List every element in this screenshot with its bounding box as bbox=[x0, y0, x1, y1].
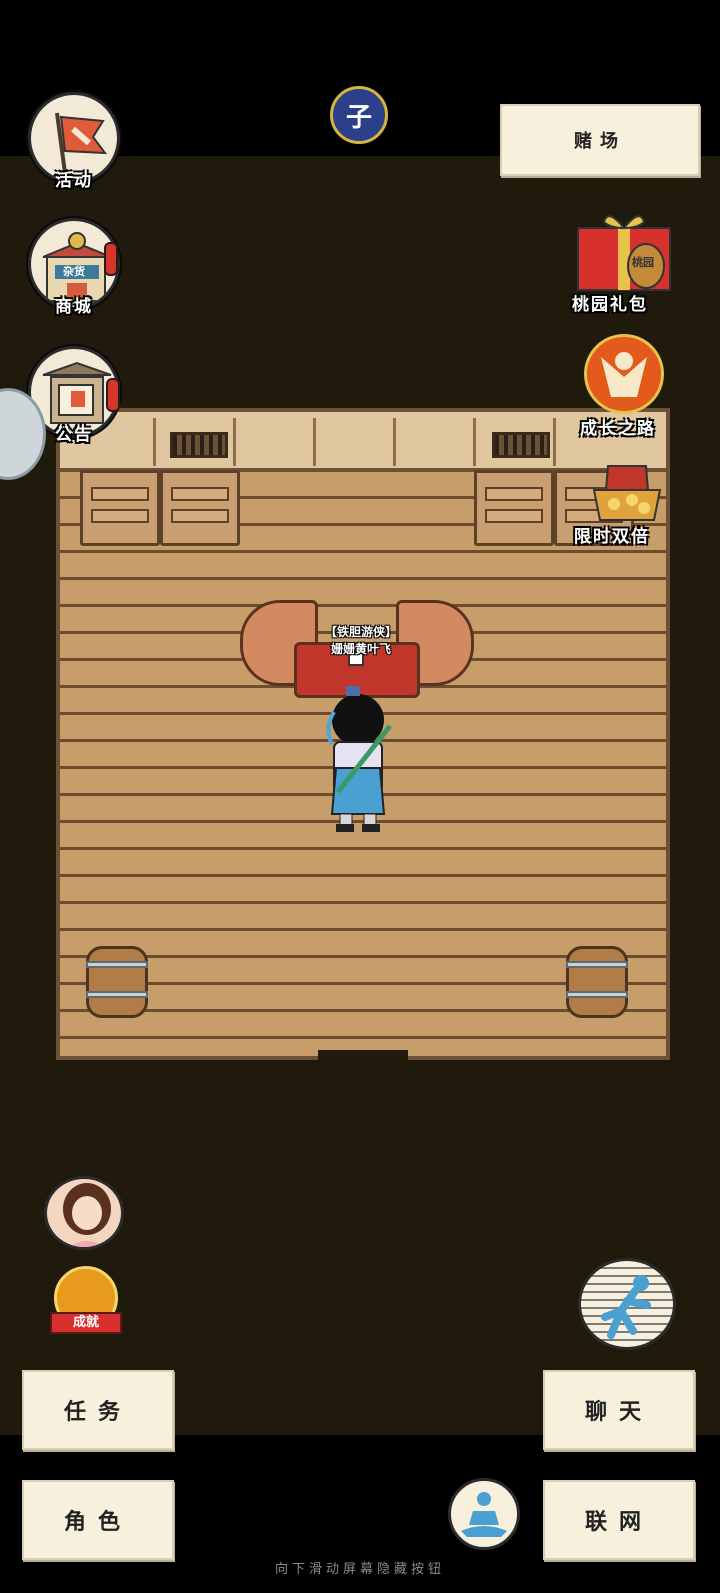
meditation-icon bbox=[461, 1492, 507, 1537]
double-label[interactable]: 限时双倍 bbox=[574, 522, 650, 547]
shop-alert-icon bbox=[104, 242, 118, 276]
time-badge[interactable]: 子 bbox=[330, 86, 388, 144]
npc-label[interactable]: 【铁胆游侠】 姗姗黄叶飞 bbox=[302, 624, 420, 658]
gift-tag-text: 桃园 bbox=[632, 256, 654, 269]
hide-buttons-hint: 向下滑动屏幕隐藏按钮 bbox=[274, 1562, 445, 1577]
role-button[interactable]: 角色 bbox=[22, 1480, 174, 1560]
room-exit[interactable] bbox=[318, 1050, 408, 1060]
chat-button[interactable]: 聊天 bbox=[543, 1370, 695, 1450]
shop-button[interactable]: 杂货 商城 bbox=[26, 218, 122, 317]
player-character[interactable] bbox=[318, 682, 398, 842]
gift-box-icon[interactable] bbox=[574, 206, 674, 292]
growth-icon bbox=[601, 352, 647, 397]
cabinet bbox=[160, 470, 240, 546]
running-figure-icon bbox=[601, 1275, 651, 1339]
activity-label: 活动 bbox=[55, 171, 93, 191]
meditate-button[interactable] bbox=[448, 1478, 520, 1550]
wall-vent bbox=[492, 432, 550, 458]
growth-label[interactable]: 成长之路 bbox=[580, 414, 656, 439]
activity-button[interactable]: 活动 bbox=[26, 92, 122, 191]
cabinet bbox=[474, 470, 554, 546]
notice-alert-icon bbox=[106, 378, 120, 412]
network-button[interactable]: 联网 bbox=[543, 1480, 695, 1560]
run-button[interactable] bbox=[578, 1258, 676, 1350]
achievement-button[interactable]: 成就 bbox=[46, 1262, 126, 1338]
room-back-wall bbox=[56, 408, 670, 472]
achievement-label: 成就 bbox=[50, 1312, 122, 1334]
barrel bbox=[86, 946, 148, 1018]
npc-name: 姗姗黄叶飞 bbox=[330, 642, 391, 656]
avatar[interactable] bbox=[44, 1176, 124, 1250]
barrel bbox=[566, 946, 628, 1018]
wall-panel bbox=[316, 418, 396, 466]
shop-sign-text: 杂货 bbox=[63, 265, 85, 278]
wall-panel bbox=[236, 418, 316, 466]
task-button[interactable]: 任务 bbox=[22, 1370, 174, 1450]
time-badge-text: 子 bbox=[345, 102, 372, 133]
shop-label: 商城 bbox=[55, 297, 93, 317]
npc-title: 【铁胆游侠】 bbox=[324, 625, 397, 639]
gift-label[interactable]: 桃园礼包 bbox=[572, 290, 648, 315]
treasure-chest-icon[interactable] bbox=[584, 460, 670, 524]
wall-vent bbox=[170, 432, 228, 458]
growth-button[interactable] bbox=[584, 334, 664, 414]
cabinet bbox=[80, 470, 160, 546]
casino-button[interactable]: 赌场 bbox=[500, 104, 700, 176]
wall-panel bbox=[396, 418, 476, 466]
